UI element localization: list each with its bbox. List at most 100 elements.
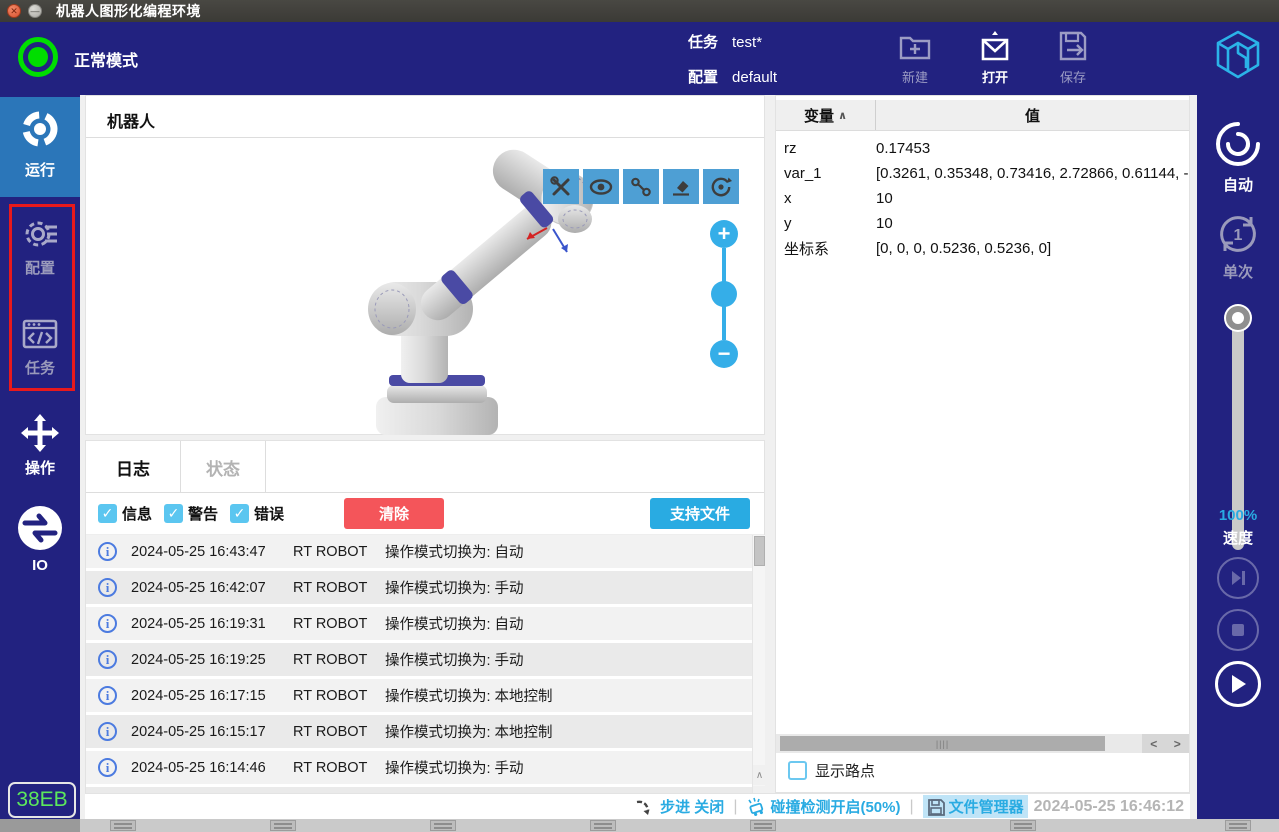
scroll-right-icon[interactable]: > [1174,737,1181,751]
log-list[interactable]: i 2024-05-25 16:43:47 RT ROBOT 操作模式切换为: 自动 … [86,535,752,807]
open-icon [981,31,1009,61]
hscrollbar-thumb[interactable]: |||| [780,736,1105,751]
speed-slider-handle[interactable] [1226,306,1250,330]
move-icon [21,414,59,452]
play-button[interactable] [1215,661,1261,707]
separator: | [909,797,914,815]
auto-mode-label: 自动 [1222,177,1253,194]
filter-info-label: 信息 [122,506,153,523]
zoom-in-button[interactable]: + [710,220,738,248]
status-timestamp: 2024-05-25 16:46:12 [1033,797,1184,815]
variable-row[interactable]: x 10 [776,186,1189,211]
save-icon [1059,31,1087,61]
status-indicator-dot [28,47,48,67]
info-icon: i [98,650,117,669]
column-header-name[interactable]: 变量 ∧ [776,100,876,130]
scroll-up-icon[interactable]: ∧ [753,765,766,785]
file-manager-icon [927,798,945,816]
play-icon [1232,675,1246,693]
auto-mode-button[interactable]: 自动 [1197,120,1279,195]
log-scrollbar[interactable]: ∧ ∨ [752,535,766,807]
variable-row[interactable]: var_1 [0.3261, 0.35348, 0.73416, 2.72866,… [776,161,1189,186]
task-field: 任务 test* [688,31,762,52]
variable-panel: 变量 ∧ 值 rz 0.17453 var_1 [0.3261, 0.35348, … [775,95,1190,793]
open-button[interactable]: 打开 [960,28,1030,86]
config-value: default [732,69,778,86]
variable-table-body: rz 0.17453 var_1 [0.3261, 0.35348, 0.73416… [776,136,1189,261]
variable-row[interactable]: 坐标系 [0, 0, 0, 0.5236, 0.5236, 0] [776,236,1189,261]
zoom-slider-handle[interactable] [711,281,737,307]
view-erase-button[interactable] [663,169,699,204]
stop-button[interactable] [1217,609,1259,651]
task-value: test* [732,34,763,51]
filter-warn-checkbox[interactable]: ✓ [164,504,184,523]
zoom-out-button[interactable]: − [710,340,738,368]
config-label: 配置 [688,69,719,86]
status-bar: 步进 关闭 | 碰撞检测开启(50%) | 文件管理器 2024-05-25 1… [85,793,1190,819]
close-icon[interactable]: ✕ [7,4,21,18]
desktop-strip [0,819,1279,832]
variable-table-header: 变量 ∧ 值 [776,100,1189,131]
save-button[interactable]: 保存 [1038,28,1108,86]
single-run-label: 单次 [1222,264,1253,281]
view-rotate-button[interactable] [703,169,739,204]
view-tools-button[interactable] [543,169,579,204]
show-waypoints-checkbox[interactable] [788,761,807,780]
run-icon [22,111,58,147]
clear-button[interactable]: 清除 [344,498,445,529]
info-icon: i [98,686,117,705]
tab-log[interactable]: 日志 [86,441,181,493]
variable-row[interactable]: rz 0.17453 [776,136,1189,161]
view-visibility-button[interactable] [583,169,619,204]
filter-info-checkbox[interactable]: ✓ [98,504,117,523]
sidebar-item-run-label: 运行 [24,162,55,179]
info-icon: i [98,722,117,741]
title-bar: ✕ — 机器人图形化编程环境 [0,0,1279,22]
file-manager-button[interactable]: 文件管理器 [922,795,1028,818]
right-sidebar: 自动 1 单次 100% 速度 [1197,95,1279,819]
info-icon: i [98,758,117,777]
log-row: i 2024-05-25 16:19:31 RT ROBOT 操作模式切换为: 自动 [86,607,752,640]
config-field: 配置 default [688,66,777,87]
new-folder-icon [899,36,931,60]
left-sidebar: 运行 配置 任务 操作 IO 38EB [0,95,80,819]
status-badge: 38EB [8,782,76,818]
separator: | [733,797,738,815]
eye-icon [589,178,613,195]
sidebar-item-operate-label: 操作 [24,460,55,477]
log-tabbar: 日志 状态 [86,441,764,493]
sort-asc-icon: ∧ [838,109,848,122]
support-file-button[interactable]: 支持文件 [650,498,750,529]
scroll-left-icon[interactable]: < [1150,737,1157,751]
step-toggle[interactable]: 步进 关闭 [634,796,724,817]
desktop-strip-shadow [0,819,80,832]
log-scrollbar-thumb[interactable] [754,536,765,566]
log-row: i 2024-05-25 16:42:07 RT ROBOT 操作模式切换为: 手动 [86,571,752,604]
speed-value: 100% [1218,507,1258,524]
sidebar-item-run[interactable]: 运行 [0,97,80,197]
collision-detection-toggle[interactable]: 碰撞检测开启(50%) [746,796,900,817]
info-icon: i [98,578,117,597]
log-row: i 2024-05-25 16:14:46 RT ROBOT 操作模式切换为: 手动 [86,751,752,784]
step-forward-button[interactable] [1217,557,1259,599]
new-button[interactable]: 新建 [880,28,950,86]
hscrollbar-buttons: < > [1142,734,1189,753]
tab-status[interactable]: 状态 [181,441,266,493]
log-row: i 2024-05-25 16:15:17 RT ROBOT 操作模式切换为: 本地控… [86,715,752,748]
waypoints-icon [631,177,651,196]
filter-error-label: 错误 [254,506,285,523]
rotate-icon [711,177,732,196]
variable-row[interactable]: y 10 [776,211,1189,236]
io-icon [18,506,62,550]
filter-error-checkbox[interactable]: ✓ [230,504,250,523]
variable-hscrollbar[interactable]: |||| < > [776,734,1189,753]
single-run-button[interactable]: 1 单次 [1197,211,1279,282]
divider [86,137,764,138]
show-waypoints-row: 显示路点 [788,760,875,781]
stop-icon [1232,624,1244,636]
view-waypoints-button[interactable] [623,169,659,204]
minimize-icon[interactable]: — [28,4,42,18]
mode-label: 正常模式 [74,53,139,70]
column-header-value[interactable]: 值 [876,100,1189,130]
tools-icon [550,175,570,195]
